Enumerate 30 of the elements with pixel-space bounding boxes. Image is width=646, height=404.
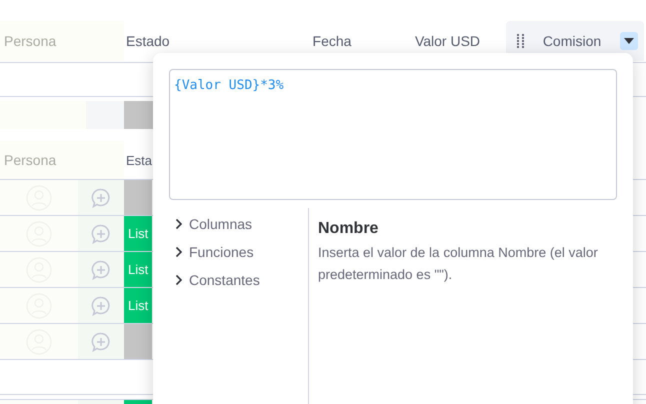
column-header: Estado — [125, 32, 171, 51]
status-cell[interactable]: List — [124, 288, 153, 323]
add-update-icon[interactable] — [91, 224, 111, 244]
add-update-icon[interactable] — [91, 296, 111, 316]
status-cell[interactable] — [124, 324, 153, 359]
info-description: Inserta el valor de la columna Nombre (el valor predeterminado es ""). — [318, 244, 599, 284]
status-cell[interactable]: List — [124, 216, 153, 251]
drag-handle-icon[interactable] — [516, 34, 524, 48]
caret-icon — [624, 38, 634, 44]
column-title: Comision — [542, 33, 602, 49]
status-cell[interactable] — [124, 180, 153, 215]
column-header: Fecha — [312, 32, 352, 51]
column-header: Persona — [0, 21, 124, 61]
column-menu-button[interactable] — [620, 32, 638, 50]
chevron-icon — [175, 274, 183, 286]
chevron-icon — [175, 246, 183, 258]
add-update-icon[interactable] — [91, 188, 111, 208]
formula-field[interactable]: {Valor USD}*3% — [169, 69, 617, 200]
status-cell — [124, 101, 153, 129]
section-toggle[interactable]: Constantes — [175, 270, 308, 290]
column-header: Esta — [125, 152, 153, 170]
add-update-icon[interactable] — [91, 332, 111, 352]
section-toggle[interactable]: Columnas — [175, 214, 308, 234]
status-cell[interactable]: List — [124, 252, 153, 287]
column-header: Valor USD — [414, 32, 482, 51]
column-header: Persona — [0, 141, 124, 179]
chevron-icon — [175, 218, 183, 230]
info-title: Nombre — [318, 220, 380, 238]
section-toggle[interactable]: Funciones — [175, 242, 308, 262]
add-update-icon[interactable] — [91, 260, 111, 280]
